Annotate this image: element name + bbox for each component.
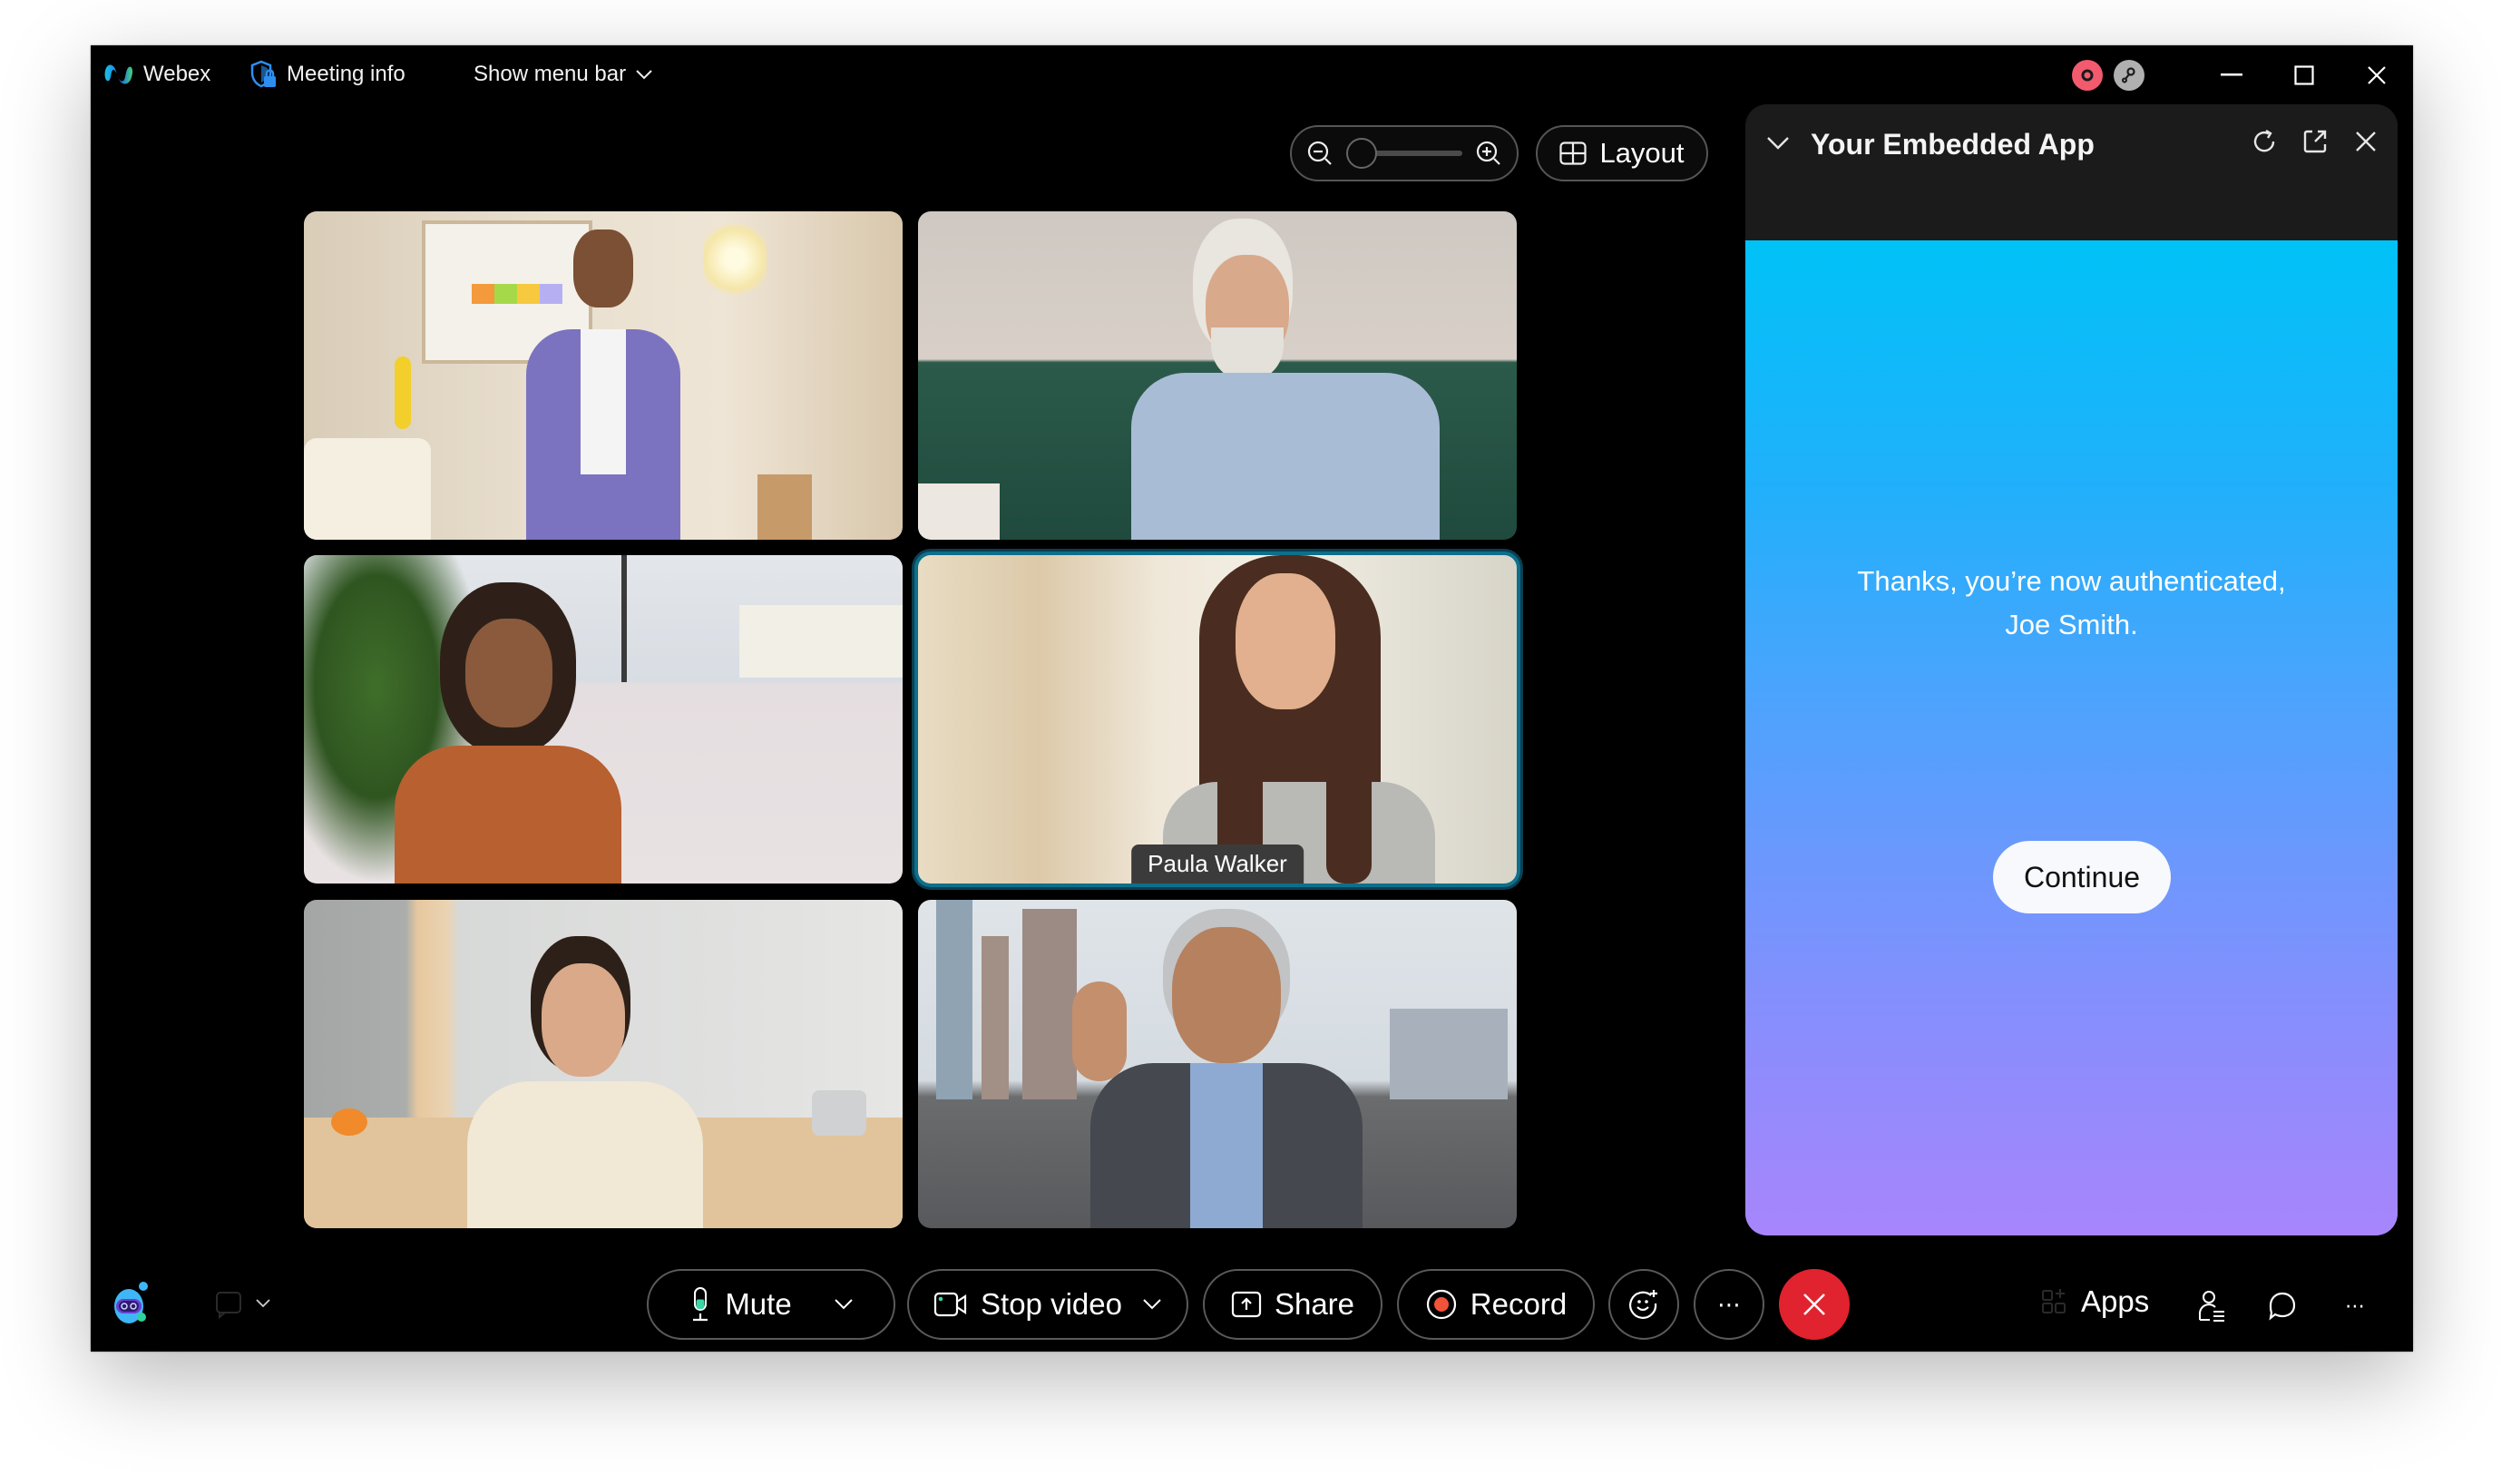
- window-controls: [2072, 45, 2413, 105]
- participants-icon[interactable]: [2195, 1288, 2228, 1324]
- stop-video-button[interactable]: Stop video: [907, 1269, 1188, 1340]
- reactions-button[interactable]: [1608, 1269, 1679, 1340]
- embedded-app-actions: [2249, 126, 2381, 157]
- participant-video-tile[interactable]: [918, 900, 1517, 1228]
- layout-label: Layout: [1599, 137, 1685, 169]
- embedded-app-title: Your Embedded App: [1811, 128, 2095, 161]
- webex-label: Webex: [143, 62, 211, 86]
- share-screen-icon: [1231, 1291, 1262, 1318]
- embedded-app-header: Your Embedded App: [1745, 104, 2398, 240]
- participant-figure: [440, 936, 712, 1228]
- apps-grid-icon: [2041, 1287, 2066, 1316]
- closed-captions-icon[interactable]: [214, 1290, 243, 1319]
- maximize-button[interactable]: [2268, 45, 2340, 105]
- zoom-slider[interactable]: [1346, 138, 1462, 169]
- record-button[interactable]: Record: [1397, 1269, 1595, 1340]
- show-menu-bar-button[interactable]: Show menu bar: [474, 58, 653, 91]
- show-menu-bar-label: Show menu bar: [474, 62, 627, 86]
- zoom-out-icon[interactable]: [1306, 140, 1334, 167]
- stop-video-label: Stop video: [981, 1287, 1122, 1321]
- mute-label: Mute: [725, 1287, 792, 1321]
- pop-out-icon[interactable]: [2300, 126, 2330, 157]
- participant-figure: [395, 582, 621, 884]
- more-options-icon: ⋯: [1717, 1290, 1741, 1318]
- apps-button[interactable]: Apps: [2041, 1284, 2149, 1319]
- webex-app-button[interactable]: Webex: [103, 58, 210, 91]
- add-reaction-icon: [1627, 1288, 1660, 1321]
- webex-meeting-window: Webex Meeting info Show menu bar Layout …: [91, 45, 2413, 1352]
- meeting-info-label: Meeting info: [287, 62, 405, 86]
- participant-video-tile[interactable]: [304, 900, 903, 1228]
- participant-name-tag: Paula Walker: [1131, 845, 1304, 884]
- grid-layout-icon: [1559, 142, 1588, 165]
- collapse-chevron-icon[interactable]: [1765, 135, 1791, 151]
- participant-figure: [526, 229, 680, 540]
- end-call-icon: [1802, 1292, 1827, 1317]
- record-icon: [1425, 1288, 1458, 1321]
- share-button[interactable]: Share: [1203, 1269, 1382, 1340]
- zoom-slider-thumb[interactable]: [1346, 138, 1377, 169]
- continue-button[interactable]: Continue: [1993, 841, 2171, 913]
- apps-label: Apps: [2081, 1284, 2150, 1318]
- close-window-button[interactable]: [2340, 45, 2413, 105]
- microphone-icon: [689, 1286, 712, 1323]
- captions-chevron-down-icon[interactable]: [254, 1295, 272, 1312]
- participant-video-tile[interactable]: [304, 211, 903, 540]
- record-label: Record: [1470, 1287, 1568, 1321]
- minimize-icon: [2221, 73, 2242, 77]
- zoom-in-icon[interactable]: [1475, 140, 1502, 167]
- refresh-icon[interactable]: [2249, 126, 2280, 157]
- more-panels-icon[interactable]: ⋯: [2339, 1288, 2371, 1324]
- video-camera-icon: [933, 1291, 968, 1318]
- webex-logo-icon: [103, 63, 134, 86]
- mute-button[interactable]: Mute: [647, 1269, 895, 1340]
- ai-assistant-icon[interactable]: [111, 1281, 151, 1326]
- minimize-button[interactable]: [2195, 45, 2268, 105]
- video-zoom-control: [1290, 125, 1519, 181]
- more-options-button[interactable]: ⋯: [1694, 1269, 1764, 1340]
- meeting-info-button[interactable]: Meeting info: [250, 58, 405, 91]
- audio-options-chevron-icon[interactable]: [834, 1298, 854, 1311]
- participant-figure: [1054, 909, 1399, 1228]
- authentication-message-line2: Joe Smith.: [2005, 609, 2138, 640]
- participant-figure: [1113, 219, 1476, 540]
- close-icon: [2367, 65, 2387, 85]
- shield-lock-icon: [250, 60, 278, 89]
- maximize-icon: [2294, 65, 2314, 85]
- participant-video-tile-active-speaker[interactable]: Paula Walker: [918, 555, 1517, 884]
- authentication-message-line1: Thanks, you’re now authenticated,: [1857, 565, 2286, 597]
- participant-video-tile[interactable]: [918, 211, 1517, 540]
- recording-status-icon[interactable]: [2072, 60, 2103, 91]
- embedded-app-content: Thanks, you’re now authenticated, Joe Sm…: [1745, 240, 2398, 1235]
- video-options-chevron-icon[interactable]: [1142, 1298, 1162, 1311]
- share-label: Share: [1274, 1287, 1355, 1321]
- chat-icon[interactable]: [2266, 1288, 2299, 1324]
- authentication-message: Thanks, you’re now authenticated, Joe Sm…: [1745, 560, 2398, 647]
- connection-status-icon[interactable]: [2114, 60, 2144, 91]
- title-bar: Webex Meeting info Show menu bar: [91, 45, 2413, 105]
- participant-video-tile[interactable]: [304, 555, 903, 884]
- embedded-app-panel: Your Embedded App Thanks, you’re now aut…: [1745, 104, 2398, 1235]
- end-call-button[interactable]: [1779, 1269, 1850, 1340]
- close-panel-icon[interactable]: [2350, 126, 2381, 157]
- chevron-down-icon: [635, 68, 653, 81]
- layout-button[interactable]: Layout: [1536, 125, 1708, 181]
- participant-figure: [1136, 555, 1462, 884]
